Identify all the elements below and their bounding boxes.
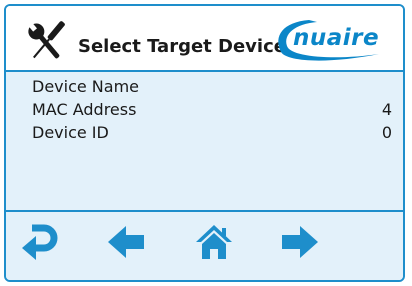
wrench-screwdriver-icon (28, 21, 65, 59)
back-button[interactable] (106, 222, 146, 262)
device-screen: Select Target Device nuaire Device Name … (4, 4, 405, 282)
header: Select Target Device nuaire (6, 6, 403, 70)
home-button[interactable] (194, 222, 234, 262)
device-info-panel: Device Name MAC Address 4 Device ID 0 (6, 70, 403, 210)
mac-address-row: MAC Address 4 (32, 99, 392, 121)
mac-address-value: 4 (381, 100, 392, 119)
device-id-label: Device ID (32, 123, 109, 142)
next-button[interactable] (280, 222, 320, 262)
nav-bar (6, 210, 403, 280)
device-name-label: Device Name (32, 77, 140, 96)
device-id-value: 0 (381, 123, 392, 142)
device-name-row: Device Name (32, 76, 392, 98)
device-id-row: Device ID 0 (32, 122, 392, 144)
page-title: Select Target Device (78, 36, 286, 57)
home-icon (196, 225, 232, 259)
nuaire-logo: nuaire (269, 16, 393, 64)
return-icon (22, 224, 58, 260)
arrow-left-icon (108, 226, 144, 258)
mac-address-label: MAC Address (32, 100, 137, 119)
arrow-right-icon (282, 226, 318, 258)
brand-name: nuaire (293, 25, 380, 51)
return-button[interactable] (20, 222, 60, 262)
